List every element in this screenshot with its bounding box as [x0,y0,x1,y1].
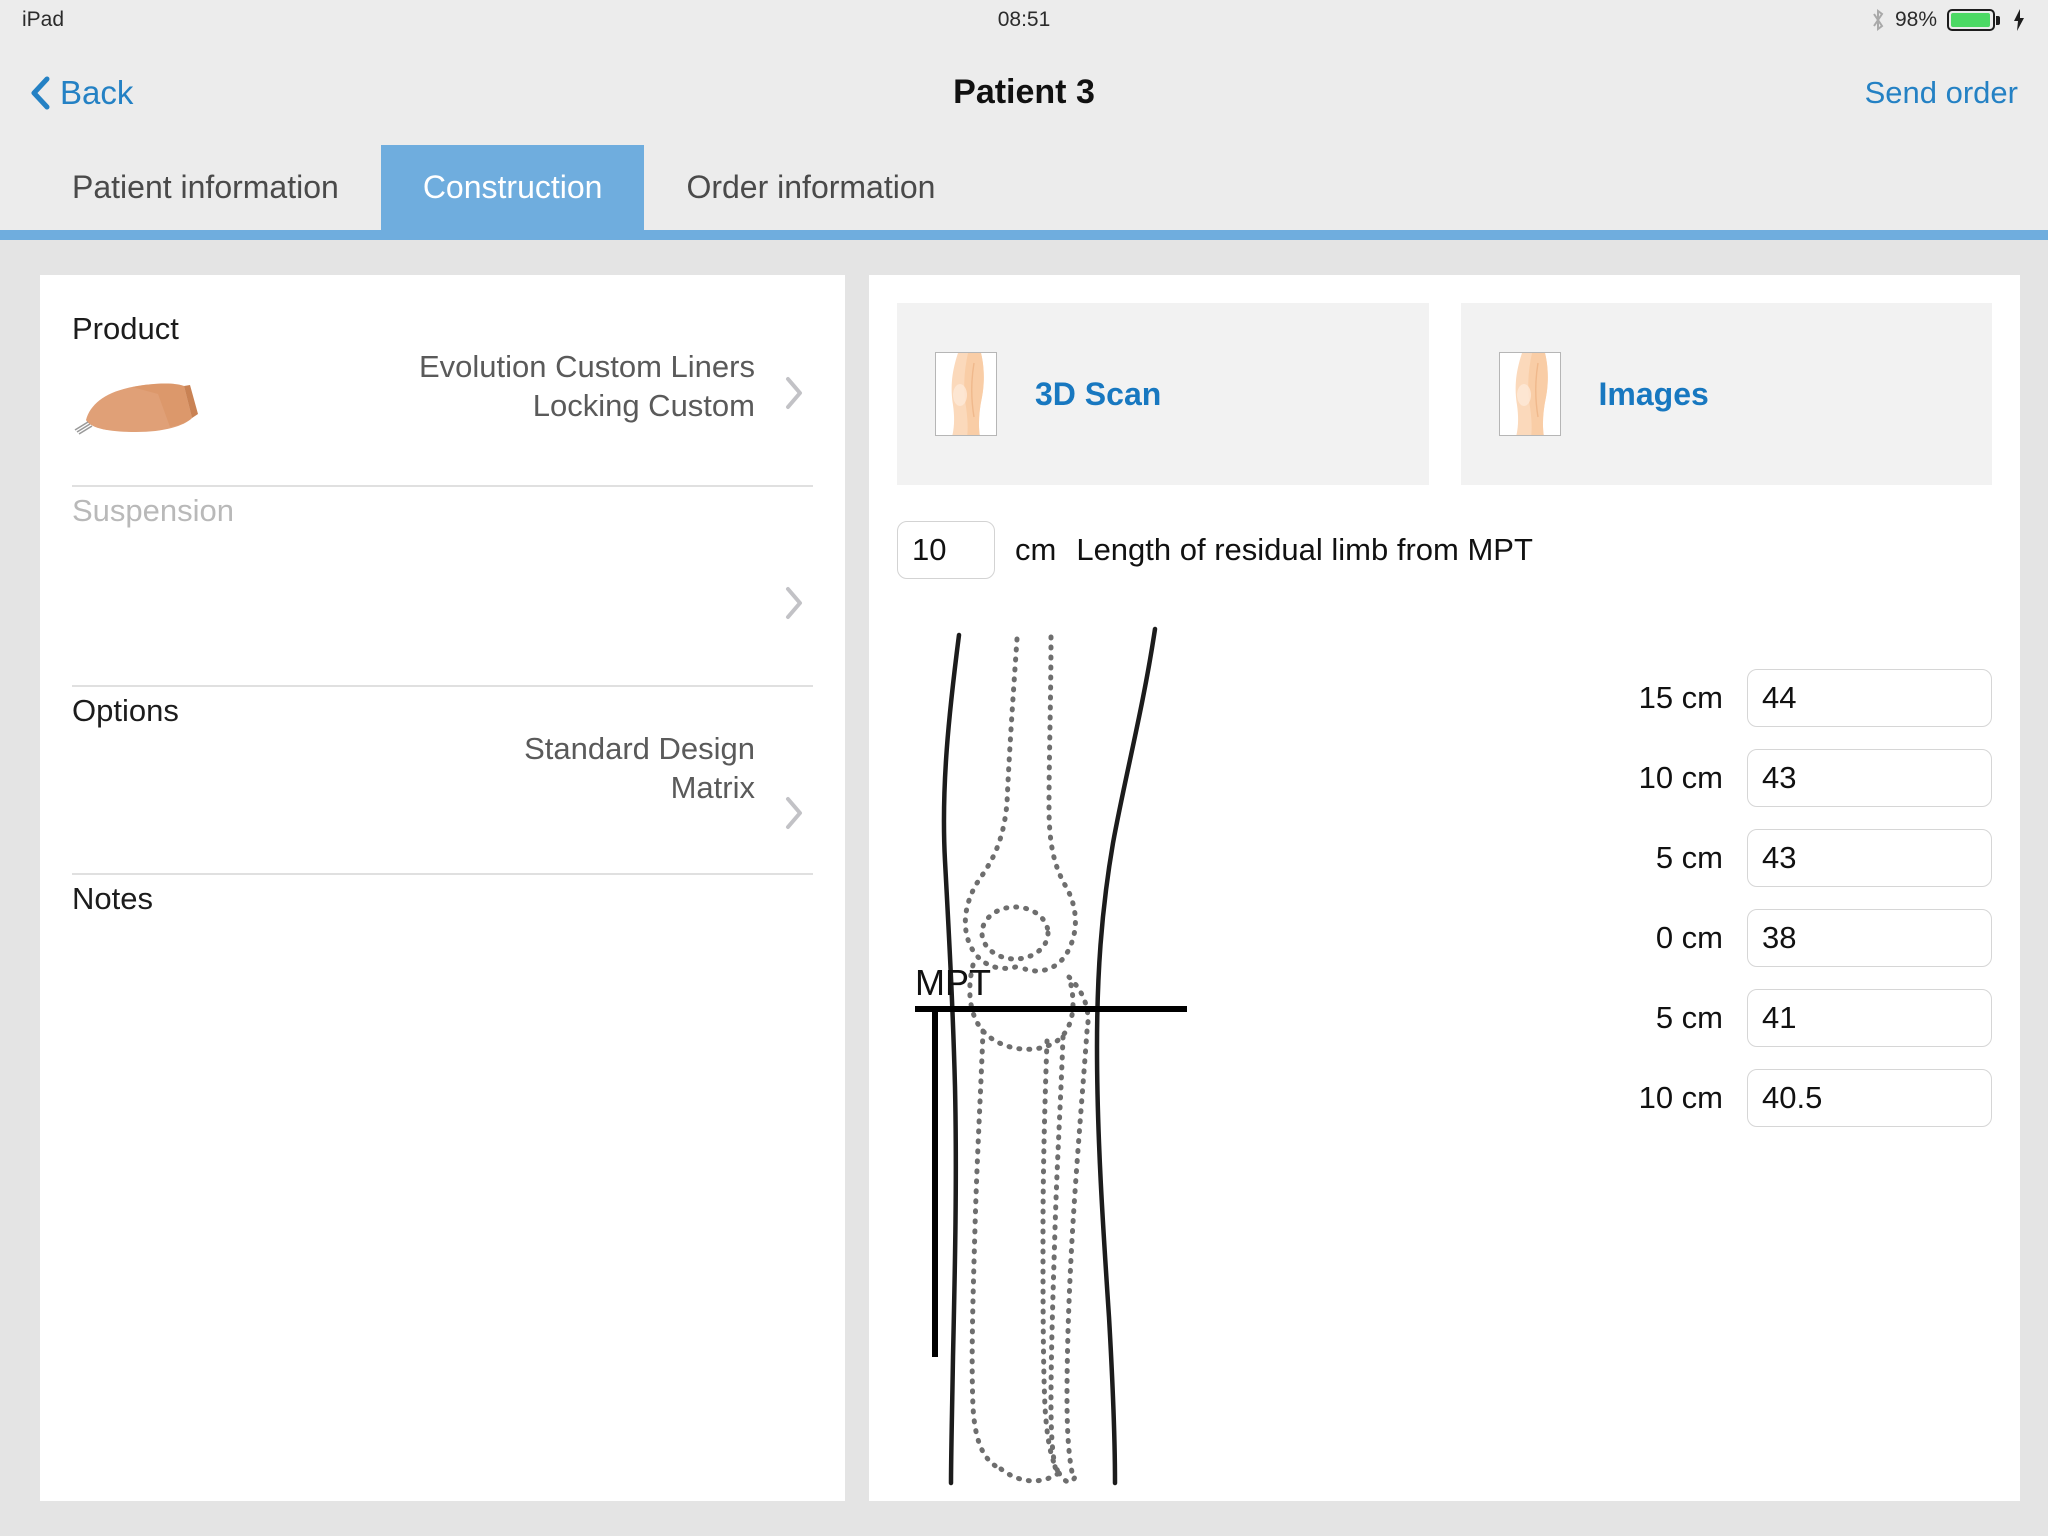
measurement-input-5cm-below[interactable] [1747,989,1992,1047]
diagram-and-measurements: MPT 15 cm 10 cm 5 cm 0 cm [897,617,1992,1517]
status-clock: 08:51 [997,8,1051,31]
residual-limb-length-label: Length of residual limb from MPT [1076,532,1533,567]
options-row[interactable]: Options Standard Design Matrix [72,687,813,875]
measurement-label: 5 cm [1655,840,1723,875]
notes-label: Notes [72,881,153,916]
navigation-bar: Back Patient 3 Send order [0,40,2048,145]
measurement-input-10cm-above[interactable] [1747,749,1992,807]
media-cards: 3D Scan Images [897,303,1992,485]
measurement-row: 10 cm [1611,1069,1992,1127]
product-row[interactable]: Product Evolution Custom Liners Locking C… [72,305,813,487]
residual-limb-length-input[interactable] [897,521,995,579]
bluetooth-icon [1871,8,1885,32]
measurement-row: 5 cm [1611,829,1992,887]
images-card-label: Images [1598,375,1709,412]
measurement-row: 0 cm [1611,909,1992,967]
measurement-input-10cm-below[interactable] [1747,1069,1992,1127]
measurement-label: 10 cm [1638,1080,1723,1115]
measurement-row: 10 cm [1611,749,1992,807]
lightning-bolt-icon [2010,8,2026,32]
battery-icon [1947,9,2000,31]
measurement-label: 10 cm [1638,760,1723,795]
product-value: Evolution Custom Liners Locking Custom [419,349,755,424]
prosthetic-liner-thumbnail-icon [74,383,198,435]
chevron-right-icon [786,377,802,409]
suspension-row[interactable]: Suspension [72,487,813,687]
mpt-label: MPT [915,962,991,1003]
measurement-input-0cm[interactable] [1747,909,1992,967]
tab-bar: Patient information Construction Order i… [0,145,2048,230]
measurements-panel: 3D Scan Images cm Length of residual lim… [869,275,2020,1501]
product-label: Product [72,311,179,346]
status-bar: iPad 08:51 98% [0,0,2048,40]
leg-thumbnail-icon [1498,352,1561,436]
circumference-measurements: 15 cm 10 cm 5 cm 0 cm 5 cm [1611,669,1992,1517]
options-value: Standard Design Matrix [524,731,755,806]
leg-diagram: MPT [897,617,1577,1517]
battery-percent-label: 98% [1894,8,1937,31]
chevron-right-icon [786,587,802,619]
send-order-button[interactable]: Send order [1865,75,2018,111]
suspension-label: Suspension [72,493,235,528]
images-card[interactable]: Images [1460,303,1992,485]
3d-scan-card[interactable]: 3D Scan [897,303,1429,485]
page-title: Patient 3 [953,73,1095,111]
tab-patient-information[interactable]: Patient information [30,145,381,230]
measurement-input-5cm-above[interactable] [1747,829,1992,887]
main-content: Product Evolution Custom Liners Locking C… [0,240,2048,1536]
measurement-input-15cm[interactable] [1747,669,1992,727]
status-indicators: 98% [1871,8,2026,32]
tab-order-information[interactable]: Order information [644,145,977,230]
residual-limb-length-unit: cm [1015,532,1057,567]
tab-underline [0,230,2048,240]
measurement-row: 5 cm [1611,989,1992,1047]
tab-construction[interactable]: Construction [380,145,645,230]
residual-limb-length-row: cm Length of residual limb from MPT [897,521,1992,579]
measurement-label: 15 cm [1638,680,1723,715]
notes-row[interactable]: Notes [72,875,813,1175]
options-label: Options [72,693,179,728]
measurement-row: 15 cm [1611,669,1992,727]
leg-thumbnail-icon [935,352,997,436]
3d-scan-card-label: 3D Scan [1035,375,1162,412]
measurement-label: 5 cm [1655,1000,1723,1035]
construction-form-panel: Product Evolution Custom Liners Locking C… [40,275,845,1501]
measurement-label: 0 cm [1655,920,1723,955]
chevron-right-icon [786,797,802,829]
